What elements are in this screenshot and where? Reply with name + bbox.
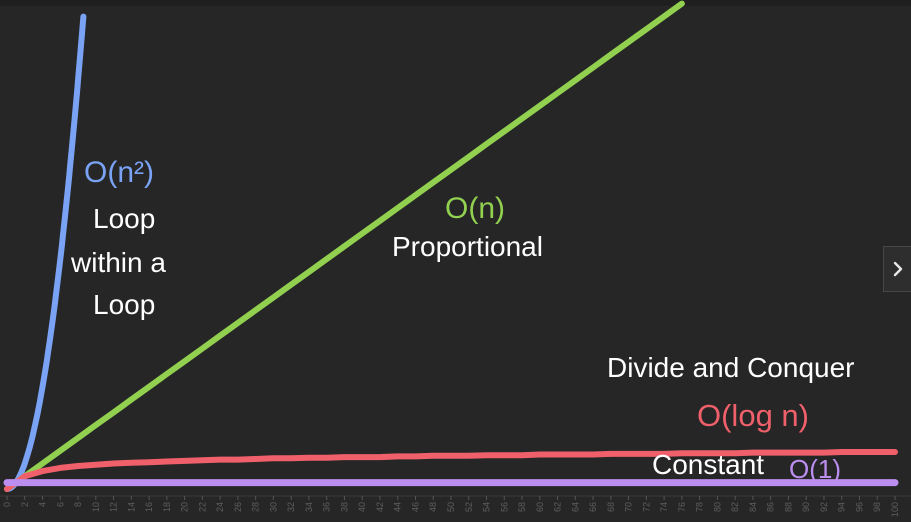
x-tick-label: 16 [144, 502, 154, 512]
x-tick-label: 84 [748, 502, 758, 512]
x-tick-label: 46 [410, 502, 420, 512]
o1-label: O(1) [789, 454, 841, 484]
x-tick-label: 42 [375, 502, 385, 512]
x-tick-label: 8 [73, 502, 83, 507]
x-tick-label: 12 [109, 502, 119, 512]
x-tick-label: 60 [535, 502, 545, 512]
x-tick-label: 2 [20, 502, 30, 507]
x-tick-label: 26 [233, 502, 243, 512]
x-tick-label: 58 [517, 502, 527, 512]
x-tick-label: 56 [499, 502, 509, 512]
x-tick-label: 80 [712, 502, 722, 512]
x-tick-label: 64 [570, 502, 580, 512]
x-tick-label: 30 [268, 502, 278, 512]
on2-label: O(n²) [84, 156, 154, 189]
x-tick-label: 90 [801, 502, 811, 512]
x-tick-label: 100 [890, 502, 900, 517]
x-tick-label: 66 [588, 502, 598, 512]
x-tick-label: 36 [322, 502, 332, 512]
x-tick-label: 20 [180, 502, 190, 512]
x-tick-label: 24 [215, 502, 225, 512]
x-tick-label: 52 [464, 502, 474, 512]
x-tick-label: 6 [55, 502, 65, 507]
ologn-label: O(log n) [697, 398, 809, 433]
x-tick-label: 22 [197, 502, 207, 512]
x-tick-label: 68 [606, 502, 616, 512]
x-tick-label: 86 [766, 502, 776, 512]
x-tick-label: 48 [428, 502, 438, 512]
on-desc: Proportional [392, 231, 543, 262]
x-tick-label: 50 [446, 502, 456, 512]
x-tick-label: 14 [126, 502, 136, 512]
on2-desc-line1: Loop [93, 203, 156, 234]
x-tick-label: 34 [304, 502, 314, 512]
x-tick-label: 92 [819, 502, 829, 512]
x-tick-label: 96 [854, 502, 864, 512]
x-tick-label: 78 [695, 502, 705, 512]
x-tick-label: 10 [91, 502, 101, 512]
x-tick-label: 4 [38, 502, 48, 507]
x-tick-label: 94 [837, 502, 847, 512]
on-label: O(n) [445, 192, 505, 225]
x-tick-label: 54 [482, 502, 492, 512]
x-tick-label: 82 [730, 502, 740, 512]
x-tick-label: 62 [553, 502, 563, 512]
x-axis-ticks: 0 2 4 6 8 10 12 14 16 18 20 22 24 26 28 30 32 34 36 38 40 42 4… [2, 496, 900, 517]
x-tick-label: 38 [339, 502, 349, 512]
on2-desc-line2: within a [71, 247, 166, 278]
x-tick-label: 32 [286, 502, 296, 512]
o1-desc: Constant [652, 449, 765, 480]
next-slide-button[interactable] [883, 246, 911, 292]
x-tick-label: 76 [677, 502, 687, 512]
x-tick-label: 70 [624, 502, 634, 512]
x-tick-label: 18 [162, 502, 172, 512]
complexity-chart: 0 2 4 6 8 10 12 14 16 18 20 22 24 26 28 30 32 34 36 38 40 42 4… [0, 0, 911, 522]
x-tick-label: 72 [641, 502, 651, 512]
x-tick-label: 88 [783, 502, 793, 512]
x-tick-label: 44 [393, 502, 403, 512]
ologn-desc: Divide and Conquer [607, 352, 855, 383]
x-tick-label: 40 [357, 502, 367, 512]
chevron-right-icon [893, 261, 902, 277]
x-tick-label: 74 [659, 502, 669, 512]
x-tick-label: 0 [2, 502, 12, 507]
x-tick-label: 98 [872, 502, 882, 512]
x-tick-label: 28 [251, 502, 261, 512]
on2-desc-line3: Loop [93, 289, 156, 320]
